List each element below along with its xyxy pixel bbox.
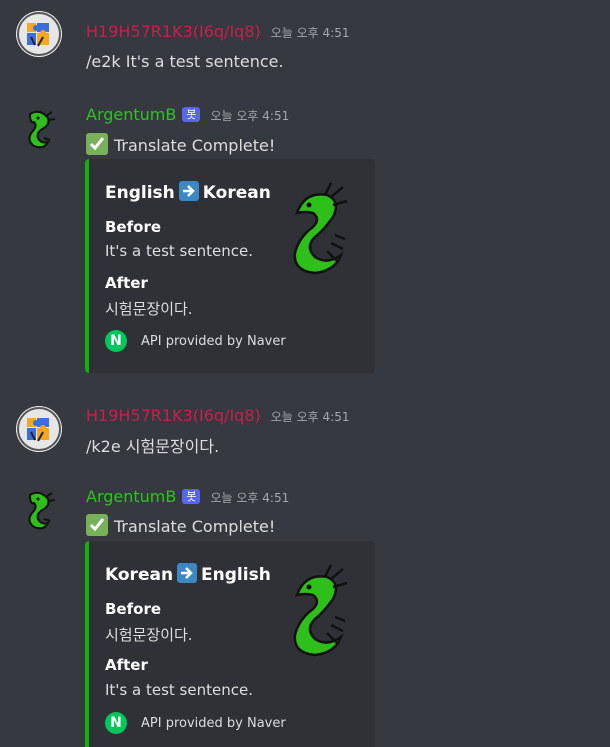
- check-mark-icon: [86, 133, 108, 155]
- green-dragon-avatar-icon: [28, 491, 56, 530]
- puzzle-piece-avatar-icon: [16, 406, 62, 452]
- user-avatar[interactable]: [16, 406, 62, 452]
- message-content: Translate Complete!: [86, 514, 275, 536]
- username[interactable]: H19H57R1K3(I6q/Iq8): [86, 406, 261, 425]
- embed-title: Korean English: [105, 563, 271, 585]
- green-dragon-icon: [293, 182, 348, 275]
- after-label: After: [105, 656, 148, 674]
- timestamp: 오늘 오후 4:51: [210, 109, 290, 123]
- embed-title: English Korean: [105, 181, 271, 203]
- naver-icon: N: [105, 330, 127, 352]
- message-text: /k2e 시험문장이다.: [86, 437, 220, 456]
- green-dragon-icon: [293, 564, 348, 657]
- timestamp: 오늘 오후 4:51: [270, 26, 350, 40]
- translation-embed: English Korean Before It's a test sentenc…: [85, 159, 375, 373]
- before-label: Before: [105, 218, 162, 236]
- message-content: Translate Complete!: [86, 133, 275, 155]
- target-language: English: [201, 565, 271, 585]
- green-dragon-avatar-icon: [28, 110, 56, 149]
- footer-text: API provided by Naver: [141, 333, 286, 349]
- naver-icon: N: [105, 712, 127, 734]
- timestamp: 오늘 오후 4:51: [210, 491, 290, 505]
- bot-tag: 봇: [182, 489, 201, 504]
- user-avatar[interactable]: [16, 11, 62, 57]
- timestamp: 오늘 오후 4:51: [270, 410, 350, 424]
- username[interactable]: ArgentumB: [86, 487, 176, 506]
- embed-footer: N API provided by Naver: [105, 330, 286, 352]
- puzzle-piece-avatar-icon: [16, 11, 62, 57]
- translation-embed: Korean English Before 시험문장이다. After It's …: [85, 541, 375, 747]
- after-label: After: [105, 274, 148, 292]
- right-arrow-icon: [178, 181, 199, 201]
- before-value: It's a test sentence.: [105, 242, 253, 260]
- username[interactable]: H19H57R1K3(I6q/Iq8): [86, 22, 261, 41]
- footer-text: API provided by Naver: [141, 715, 286, 731]
- source-language: English: [105, 183, 175, 203]
- bot-avatar[interactable]: [16, 487, 62, 533]
- bot-tag: 봇: [182, 107, 201, 122]
- message-text: /e2k It's a test sentence.: [86, 52, 284, 71]
- message-text: Translate Complete!: [114, 136, 276, 155]
- username[interactable]: ArgentumB: [86, 105, 176, 124]
- after-value: 시험문장이다.: [105, 300, 193, 318]
- before-label: Before: [105, 600, 162, 618]
- before-value: 시험문장이다.: [105, 626, 193, 644]
- right-arrow-icon: [177, 563, 198, 583]
- target-language: Korean: [202, 183, 271, 203]
- check-mark-icon: [86, 514, 108, 536]
- embed-footer: N API provided by Naver: [105, 712, 286, 734]
- source-language: Korean: [105, 565, 174, 585]
- message-text: Translate Complete!: [114, 517, 276, 536]
- bot-avatar[interactable]: [16, 106, 62, 152]
- after-value: It's a test sentence.: [105, 681, 253, 699]
